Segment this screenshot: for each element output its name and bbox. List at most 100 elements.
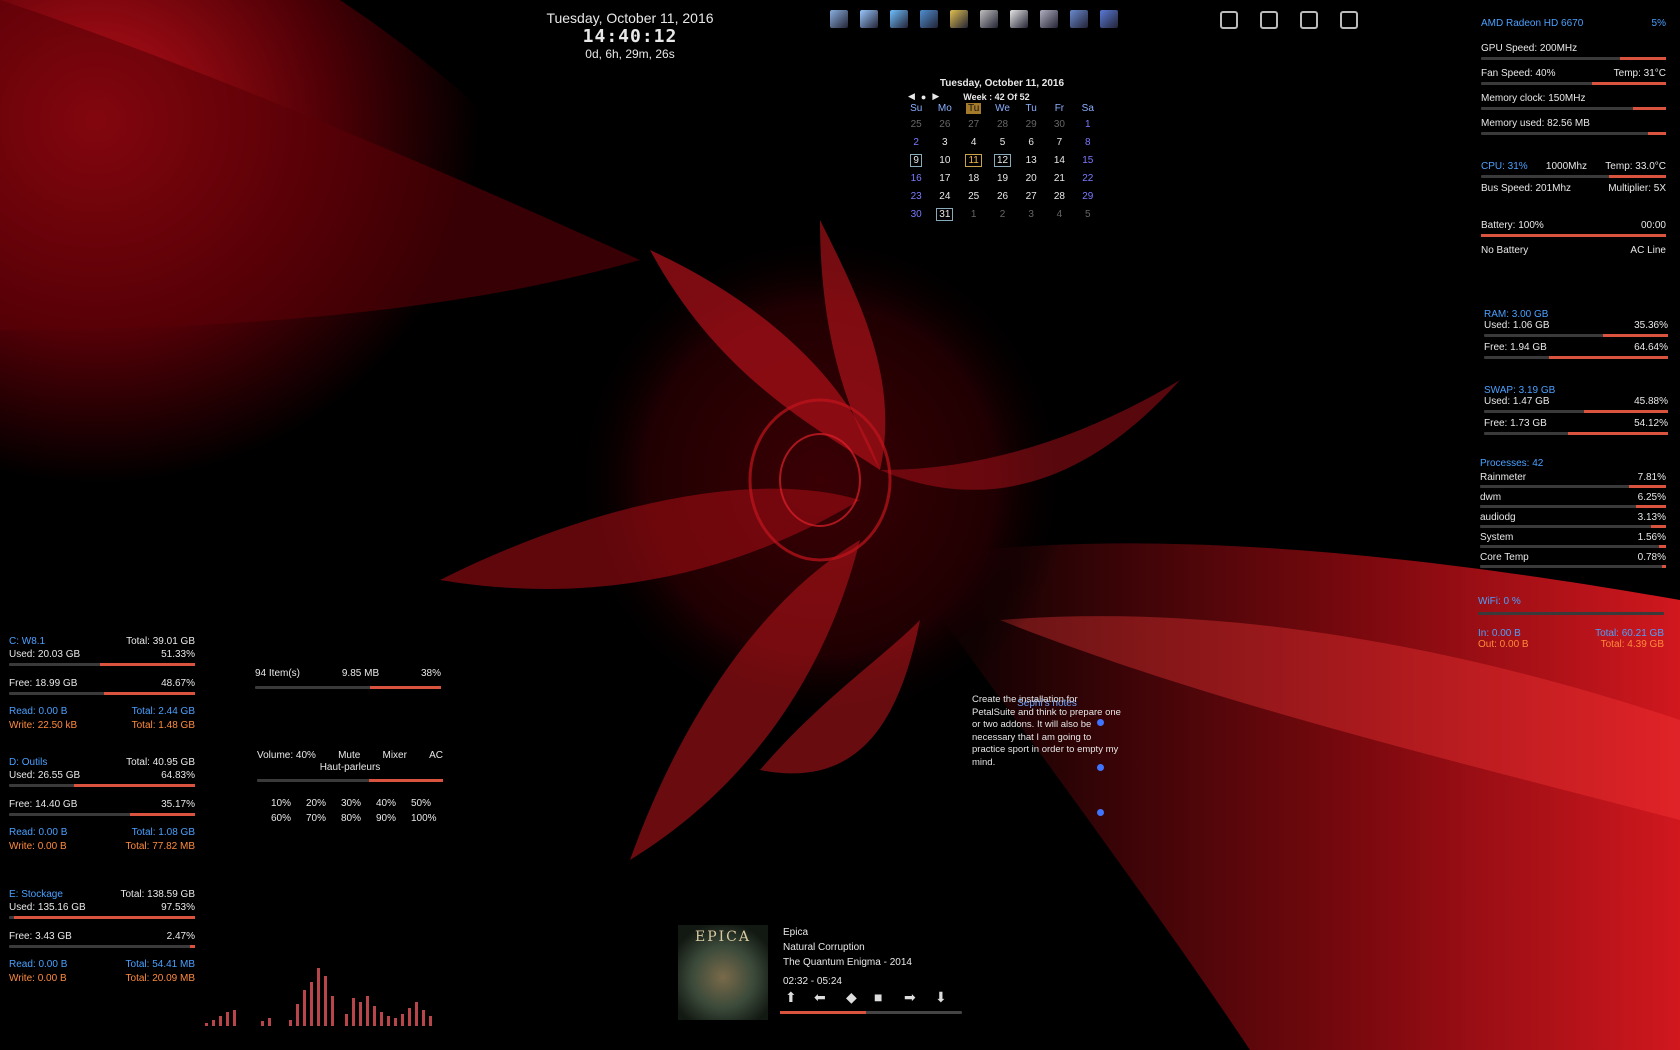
display-icon[interactable] <box>920 10 938 28</box>
volume-preset-button[interactable]: 70% <box>306 813 326 825</box>
volume-slider[interactable] <box>257 779 443 782</box>
notepad-icon[interactable] <box>860 10 878 28</box>
previous-icon[interactable]: ⬅ <box>814 989 826 1006</box>
snap-split-icon[interactable] <box>1300 11 1318 29</box>
ac-button[interactable]: AC <box>429 750 443 762</box>
clock-widget: Tuesday, October 11, 2016 14:40:12 0d, 6… <box>540 10 720 61</box>
note-dot-icon[interactable] <box>1097 809 1104 816</box>
wallpaper <box>0 0 1680 1050</box>
drive-total: Total: 138.59 GB <box>120 889 196 900</box>
settings-icon[interactable] <box>1100 10 1118 28</box>
volume-preset-button[interactable]: 80% <box>341 813 361 825</box>
play-down-icon[interactable]: ⬇ <box>935 989 947 1006</box>
calendar-day[interactable]: 14 <box>1054 155 1065 166</box>
calendar-day[interactable]: 24 <box>939 191 950 202</box>
window-icon[interactable] <box>1010 10 1028 28</box>
calendar-day[interactable]: 28 <box>1054 191 1065 202</box>
snap-left-icon[interactable] <box>1220 11 1238 29</box>
calendar-day[interactable]: 17 <box>939 173 950 184</box>
calendar-day[interactable]: 28 <box>997 119 1008 130</box>
calendar-day[interactable]: 31 <box>936 207 954 221</box>
calendar-today-icon[interactable]: ● <box>921 92 926 102</box>
next-icon[interactable]: ➡ <box>904 989 916 1006</box>
visualizer-bar <box>401 1014 404 1026</box>
calendar-day[interactable]: 29 <box>1082 191 1093 202</box>
network-icon[interactable] <box>890 10 908 28</box>
calendar-day[interactable]: 3 <box>942 137 948 148</box>
calendar-day[interactable]: 18 <box>968 173 979 184</box>
album-cover-text: EPICA <box>695 929 751 945</box>
calendar-day[interactable]: 29 <box>1026 119 1037 130</box>
calendar-day[interactable]: 30 <box>1054 119 1065 130</box>
play-up-icon[interactable]: ⬆ <box>785 989 797 1006</box>
calendar-day[interactable]: 7 <box>1057 137 1063 148</box>
calendar-day[interactable]: 15 <box>1082 155 1093 166</box>
calendar-day[interactable]: 5 <box>1085 209 1091 220</box>
calendar-day[interactable]: 27 <box>1026 191 1037 202</box>
calendar-day[interactable]: 1 <box>1085 119 1091 130</box>
calendar-day[interactable]: 27 <box>968 119 979 130</box>
calendar-day[interactable]: 12 <box>993 153 1012 167</box>
calendar-day[interactable]: 11 <box>965 153 982 167</box>
calendar-day[interactable]: 4 <box>1057 209 1063 220</box>
volume-preset-button[interactable]: 10% <box>271 798 291 810</box>
battery-status: No Battery <box>1481 245 1529 256</box>
calendar-day[interactable]: 3 <box>1028 209 1034 220</box>
volume-preset-button[interactable]: 50% <box>411 798 431 810</box>
player-album: The Quantum Enigma - 2014 <box>783 957 912 968</box>
gpu-temp: Temp: 31°C <box>1613 68 1666 79</box>
note-dot-icon[interactable] <box>1097 764 1104 771</box>
calendar-day[interactable]: 4 <box>971 137 977 148</box>
calendar-day[interactable]: 2 <box>1000 209 1006 220</box>
stop-icon[interactable]: ■ <box>874 989 882 1005</box>
taskmgr-icon[interactable] <box>980 10 998 28</box>
volume-widget: Volume: 40% Mute Mixer AC Haut-parleurs … <box>257 750 443 830</box>
printer-icon[interactable] <box>1040 10 1058 28</box>
computer-icon[interactable] <box>830 10 848 28</box>
calendar-day[interactable]: 1 <box>971 209 977 220</box>
volume-preset-button[interactable]: 20% <box>306 798 326 810</box>
volume-preset-button[interactable]: 30% <box>341 798 361 810</box>
notes-text: Create the installation for PetalSuite a… <box>972 694 1121 768</box>
control-panel-icon[interactable] <box>1070 10 1088 28</box>
calendar-day[interactable]: 19 <box>997 173 1008 184</box>
calendar-day[interactable]: 13 <box>1026 155 1037 166</box>
calendar-day[interactable]: 5 <box>1000 137 1006 148</box>
volume-preset-button[interactable]: 40% <box>376 798 396 810</box>
note-dot-icon[interactable] <box>1097 719 1104 726</box>
calendar-day[interactable]: 26 <box>997 191 1008 202</box>
process-row: dwm 6.25% <box>1480 492 1666 504</box>
snap-center-icon[interactable] <box>1260 11 1278 29</box>
calendar-day[interactable]: 10 <box>939 155 950 166</box>
calendar-day[interactable]: 23 <box>911 191 922 202</box>
visualizer-bar <box>380 1012 383 1026</box>
calendar-day[interactable]: 22 <box>1082 173 1093 184</box>
mixer-button[interactable]: Mixer <box>382 750 406 762</box>
calendar-day[interactable]: 25 <box>968 191 979 202</box>
calendar-day[interactable]: 25 <box>911 119 922 130</box>
calendar-next-icon[interactable]: ▶ <box>932 91 939 102</box>
mute-button[interactable]: Mute <box>338 750 360 762</box>
calendar-day[interactable]: 26 <box>939 119 950 130</box>
player-progress[interactable] <box>780 1011 962 1014</box>
calendar-day[interactable]: 20 <box>1026 173 1037 184</box>
volume-preset-button[interactable]: 100% <box>411 813 437 825</box>
calendar-prev-icon[interactable]: ◀ <box>908 91 915 102</box>
calendar-day[interactable]: 16 <box>911 173 922 184</box>
recycle-bin-widget[interactable]: 94 Item(s) 9.85 MB 38% <box>255 668 441 692</box>
drive-read: Read: 0.00 B <box>9 706 68 717</box>
drive-used-pct: 51.33% <box>161 649 195 660</box>
volume-preset-button[interactable]: 60% <box>271 813 291 825</box>
gpu-load: 5% <box>1651 18 1666 29</box>
calendar-day[interactable]: 2 <box>913 137 919 148</box>
play-pause-icon[interactable]: ◆ <box>846 989 857 1006</box>
calendar-day[interactable]: 30 <box>911 209 922 220</box>
ram-free: Free: 1.94 GB <box>1484 342 1547 353</box>
calendar-day[interactable]: 6 <box>1028 137 1034 148</box>
folder-icon[interactable] <box>950 10 968 28</box>
volume-preset-button[interactable]: 90% <box>376 813 396 825</box>
calendar-day[interactable]: 8 <box>1085 137 1091 148</box>
calendar-day[interactable]: 9 <box>910 153 922 167</box>
calendar-day[interactable]: 21 <box>1054 173 1065 184</box>
maximize-icon[interactable] <box>1340 11 1358 29</box>
